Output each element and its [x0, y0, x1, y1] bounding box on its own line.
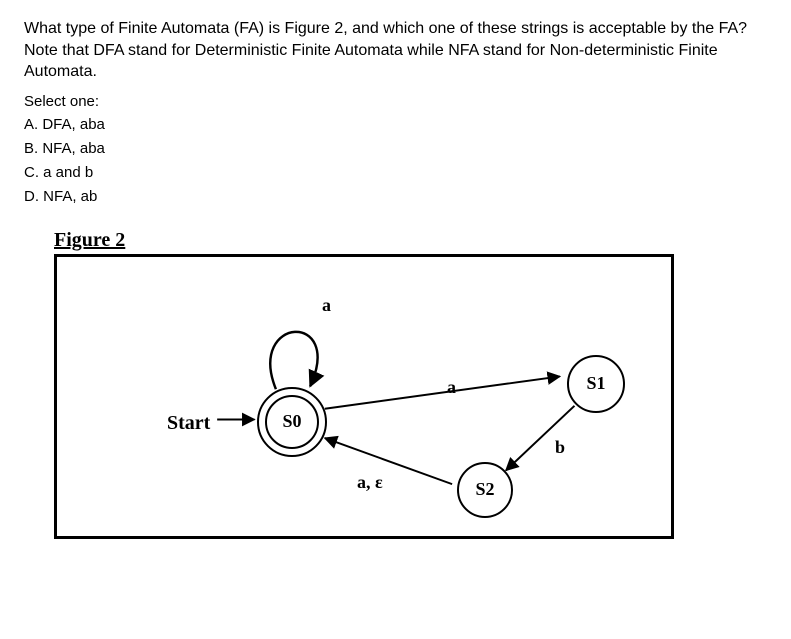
- state-s0: S0: [265, 395, 319, 449]
- option-c[interactable]: C. a and b: [24, 164, 767, 181]
- figure-diagram: Start S0 S1 S2 a a b a, ε: [54, 254, 674, 539]
- edge-label-s1-s2: b: [555, 437, 565, 458]
- option-b[interactable]: B. NFA, aba: [24, 140, 767, 157]
- figure-title: Figure 2: [54, 229, 767, 252]
- edge-label-s2-s0: a, ε: [357, 472, 383, 493]
- start-label: Start: [167, 412, 210, 435]
- edge-label-self-a: a: [322, 295, 331, 316]
- option-d[interactable]: D. NFA, ab: [24, 188, 767, 205]
- state-s1: S1: [567, 355, 625, 413]
- edge-label-s0-s1: a: [447, 377, 456, 398]
- state-s2: S2: [457, 462, 513, 518]
- options-group: A. DFA, aba B. NFA, aba C. a and b D. NF…: [24, 116, 767, 205]
- question-text: What type of Finite Automata (FA) is Fig…: [24, 18, 767, 83]
- select-one-label: Select one:: [24, 93, 767, 110]
- option-a[interactable]: A. DFA, aba: [24, 116, 767, 133]
